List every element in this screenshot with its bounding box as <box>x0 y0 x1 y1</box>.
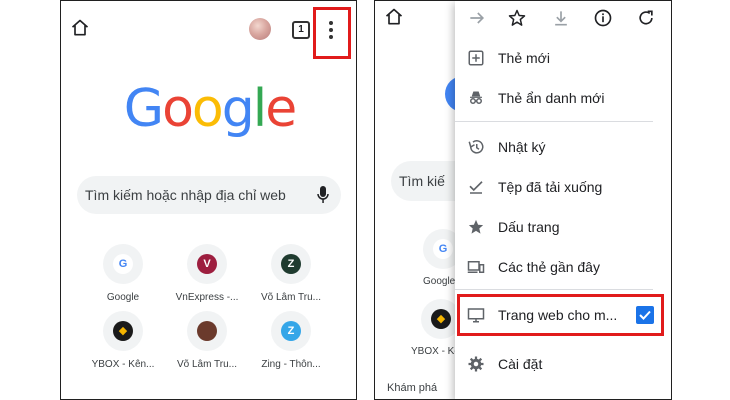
shortcut-label: Võ Lâm Tru... <box>260 292 322 303</box>
shortcut-label: YBOX - Kê <box>411 346 460 357</box>
shortcut-tile[interactable]: Võ Lâm Tru... <box>169 311 245 370</box>
favicon-glyph <box>197 321 217 341</box>
favicon-glyph: G <box>113 254 133 274</box>
menu-item-bookmarks[interactable]: Dấu trang <box>455 212 671 242</box>
menu-item-label: Thẻ ẩn danh mới <box>498 90 605 106</box>
refresh-icon[interactable] <box>636 8 656 28</box>
home-icon[interactable] <box>70 18 90 38</box>
download-icon[interactable] <box>551 8 571 28</box>
tab-switcher-button[interactable]: 1 <box>292 21 310 39</box>
chrome-new-tab-screen: 1 Google Tìm kiếm hoặc nhập địa chỉ web … <box>60 0 357 400</box>
menu-item-label: Cài đặt <box>498 356 543 372</box>
shortcut-tile[interactable]: Z Võ Lâm Tru... <box>253 244 329 303</box>
favicon-glyph: ◆ <box>113 321 133 341</box>
logo-letter: e <box>265 79 297 139</box>
menu-item-incognito[interactable]: Thẻ ẩn danh mới <box>455 83 671 113</box>
favicon-glyph: Z <box>281 321 301 341</box>
menu-item-label: Thẻ mới <box>498 50 550 66</box>
forward-arrow-icon[interactable] <box>467 8 487 28</box>
shortcut-label: Google <box>106 292 140 303</box>
menu-item-label: Dấu trang <box>498 219 560 235</box>
plus-box-icon <box>468 50 484 66</box>
shortcut-label: Võ Lâm Tru... <box>176 359 238 370</box>
overflow-menu: Thẻ mới Thẻ ẩn danh mới Nhật ký Tệp đã t… <box>455 1 671 399</box>
chrome-menu-screen: Tìm kiế G Google ◆ YBOX - Kê Khám phá Th… <box>374 0 672 400</box>
shortcut-label: YBOX - Kên... <box>91 359 155 370</box>
search-bar[interactable]: Tìm kiếm hoặc nhập địa chỉ web <box>77 176 341 214</box>
microphone-icon[interactable] <box>317 186 329 204</box>
favicon-glyph: Z <box>281 254 301 274</box>
shortcut-favicon: Z <box>271 311 311 351</box>
logo-letter: g <box>221 79 255 139</box>
star-outline-icon[interactable] <box>507 8 527 28</box>
google-logo: Google <box>61 79 356 139</box>
account-avatar[interactable] <box>249 18 271 40</box>
download-check-icon <box>469 181 483 194</box>
menu-item-history[interactable]: Nhật ký <box>455 132 671 162</box>
discover-heading: Khám phá <box>387 382 438 394</box>
shortcut-tile[interactable]: V VnExpress -... <box>169 244 245 303</box>
menu-toolbar <box>455 1 671 35</box>
logo-letter: o <box>162 79 194 139</box>
menu-divider <box>455 121 653 122</box>
shortcut-tile[interactable]: G Google <box>85 244 161 303</box>
shortcut-favicon <box>187 311 227 351</box>
desktop-site-highlight-box <box>457 294 664 336</box>
history-icon <box>468 140 484 154</box>
menu-item-label: Tệp đã tải xuống <box>498 179 603 195</box>
favicon-glyph: V <box>197 254 217 274</box>
shortcut-favicon: ◆ <box>103 311 143 351</box>
logo-letter: o <box>191 79 224 139</box>
shortcut-tile[interactable]: ◆ YBOX - Kên... <box>85 311 161 370</box>
gear-icon <box>468 356 484 372</box>
logo-letter: l <box>252 79 268 139</box>
menu-item-new-tab[interactable]: Thẻ mới <box>455 43 671 73</box>
shortcut-favicon: G <box>103 244 143 284</box>
logo-letter: G <box>123 79 164 139</box>
star-filled-icon <box>468 219 484 234</box>
shortcut-ybox[interactable]: ◆ YBOX - Kê <box>411 299 461 357</box>
menu-item-downloads[interactable]: Tệp đã tải xuống <box>455 172 671 202</box>
shortcut-label: VnExpress -... <box>175 292 239 303</box>
search-placeholder: Tìm kiếm hoặc nhập địa chỉ web <box>85 187 286 203</box>
shortcut-tile[interactable]: Z Zing - Thôn... <box>253 311 329 370</box>
menu-highlight-box <box>313 7 351 59</box>
shortcut-favicon: V <box>187 244 227 284</box>
home-icon[interactable] <box>384 7 404 27</box>
search-bar-partial[interactable]: Tìm kiế <box>391 161 461 201</box>
devices-icon <box>467 261 485 273</box>
menu-item-settings[interactable]: Cài đặt <box>455 349 671 379</box>
menu-divider <box>455 289 653 290</box>
shortcut-favicon: Z <box>271 244 311 284</box>
menu-item-recent-tabs[interactable]: Các thẻ gần đây <box>455 252 671 282</box>
shortcut-label: Zing - Thôn... <box>261 359 321 370</box>
menu-item-label: Nhật ký <box>498 139 546 155</box>
incognito-icon <box>470 91 482 104</box>
info-icon[interactable] <box>593 8 613 28</box>
search-placeholder-partial: Tìm kiế <box>399 173 445 189</box>
menu-item-label: Các thẻ gần đây <box>498 259 600 275</box>
